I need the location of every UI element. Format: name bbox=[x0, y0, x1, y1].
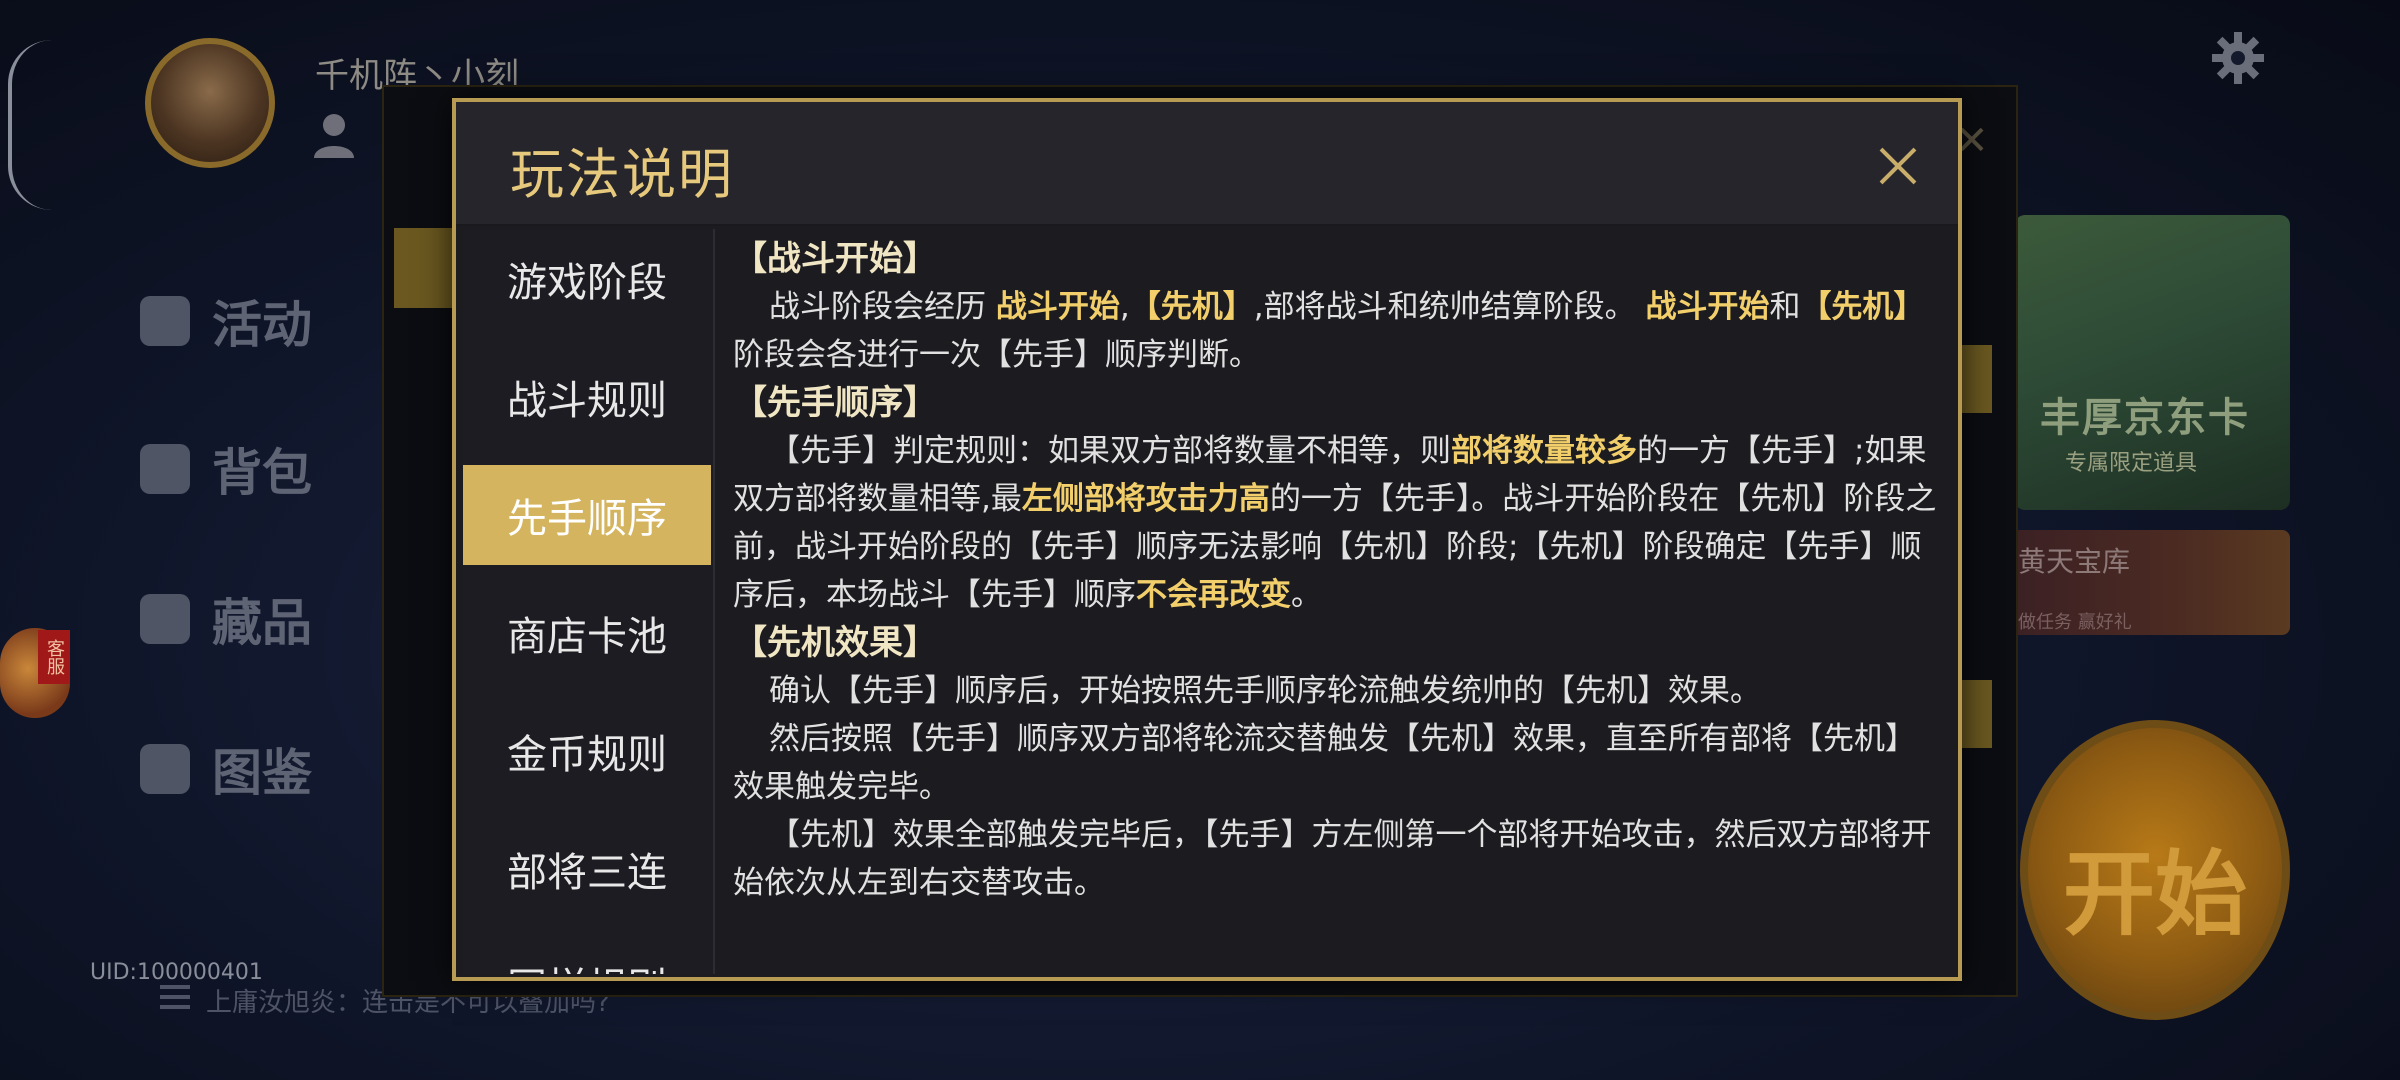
side-drawer-handle[interactable] bbox=[8, 40, 52, 210]
avatar[interactable] bbox=[145, 38, 275, 168]
rule-text: 阶段会各进行一次【先手】顺序判断。 bbox=[733, 337, 1260, 373]
section-heading: 【先机效果】 bbox=[733, 623, 937, 663]
tab-triple-general[interactable]: 部将三连 bbox=[463, 819, 711, 919]
dialog-header: 玩法说明 bbox=[456, 102, 1958, 226]
rules-tab-list[interactable]: 游戏阶段 战斗规则 先手顺序 商店卡池 金币规则 部将三连 同样规则 bbox=[463, 229, 715, 974]
dialog-title: 玩法说明 bbox=[510, 143, 734, 206]
nav-bag-label: 背包 bbox=[212, 444, 312, 502]
rule-paragraph: 【先机】效果全部触发完毕后，【先手】方左侧第一个部将开始攻击，然后双方部将开始依… bbox=[733, 811, 1938, 907]
rule-paragraph: 【先手】判定规则：如果双方部将数量不相等，则部将数量较多的一方【先手】;如果双方… bbox=[733, 427, 1938, 619]
close-icon[interactable] bbox=[1878, 146, 1918, 186]
rule-text: 战斗阶段会经历 bbox=[769, 289, 996, 325]
highlight-text: 战斗开始 bbox=[995, 289, 1120, 325]
rules-dialog: 玩法说明 游戏阶段 战斗规则 先手顺序 商店卡池 金币规则 部将三连 同样规则 … bbox=[452, 98, 1962, 981]
start-button[interactable]: 开始 bbox=[2020, 720, 2290, 1020]
rule-paragraph: 确认【先手】顺序后，开始按照先手顺序轮流触发统帅的【先机】效果。 bbox=[733, 667, 1938, 715]
start-button-label: 开始 bbox=[2062, 841, 2247, 948]
nav-codex[interactable]: 图鉴 bbox=[140, 733, 312, 805]
nav-activity[interactable]: 活动 bbox=[140, 285, 312, 357]
book-icon bbox=[140, 744, 190, 794]
highlight-text: 不会再改变 bbox=[1136, 577, 1291, 613]
rule-text: 【先机】效果全部触发完毕后，【先手】方左侧第一个部将开始攻击，然后双方部将开始依… bbox=[733, 817, 1932, 901]
rule-text: 。 bbox=[1291, 577, 1322, 613]
rule-text: 【先手】判定规则：如果双方部将数量不相等，则 bbox=[769, 433, 1451, 469]
bag-icon bbox=[140, 444, 190, 494]
rule-paragraph: 战斗阶段会经历 战斗开始,【先机】,部将战斗和统帅结算阶段。 战斗开始和【先机】… bbox=[733, 283, 1938, 379]
nav-collection-label: 藏品 bbox=[212, 594, 312, 652]
treasure-subtitle: 做任务 赢好礼 bbox=[2018, 612, 2132, 633]
underlying-tab bbox=[394, 228, 454, 308]
banner-subtitle: 专属限定道具 bbox=[2065, 451, 2198, 476]
banner-title: 丰厚京东卡 bbox=[2040, 395, 2250, 441]
treasure-banner[interactable]: 黄天宝库 做任务 赢好礼 bbox=[2000, 530, 2290, 635]
section-heading: 【战斗开始】 bbox=[733, 239, 937, 279]
rule-paragraph: 然后按照【先手】顺序双方部将轮流交替触发【先机】效果，直至所有部将【先机】效果触… bbox=[733, 715, 1938, 811]
tab-shop-card-pool[interactable]: 商店卡池 bbox=[463, 583, 711, 683]
nav-collection[interactable]: 藏品 bbox=[140, 583, 312, 655]
nav-codex-label: 图鉴 bbox=[212, 744, 312, 802]
gear-icon[interactable] bbox=[2210, 30, 2266, 86]
rule-text: 然后按照【先手】顺序双方部将轮流交替触发【先机】效果，直至所有部将【先机】效果触… bbox=[733, 721, 1916, 805]
highlight-text: 【先机】 bbox=[1129, 289, 1254, 325]
section-heading: 【先手顺序】 bbox=[733, 383, 937, 423]
nav-activity-label: 活动 bbox=[212, 296, 312, 354]
flag-icon bbox=[140, 296, 190, 346]
highlight-text: 左侧部将攻击力高 bbox=[1021, 481, 1270, 517]
highlight-text: 战斗开始 bbox=[1645, 289, 1770, 325]
tab-more[interactable]: 同样规则 bbox=[463, 934, 711, 974]
chest-icon bbox=[140, 594, 190, 644]
rule-text: , bbox=[1119, 289, 1130, 325]
person-icon bbox=[314, 114, 354, 158]
rules-content[interactable]: 【战斗开始】 战斗阶段会经历 战斗开始,【先机】,部将战斗和统帅结算阶段。 战斗开… bbox=[733, 235, 1938, 965]
highlight-text: 部将数量较多 bbox=[1451, 433, 1637, 469]
support-label: 客服 bbox=[38, 630, 70, 684]
chat-list-icon[interactable] bbox=[160, 985, 190, 1009]
rule-text: ,部将战斗和统帅结算阶段。 bbox=[1253, 289, 1646, 325]
tab-battle-rules[interactable]: 战斗规则 bbox=[463, 347, 711, 447]
jd-card-banner[interactable]: 丰厚京东卡 专属限定道具 bbox=[2015, 215, 2290, 510]
tab-first-move-order[interactable]: 先手顺序 bbox=[463, 465, 711, 565]
rule-text: 确认【先手】顺序后，开始按照先手顺序轮流触发统帅的【先机】效果。 bbox=[769, 673, 1761, 709]
highlight-text: 【先机】 bbox=[1800, 289, 1925, 325]
rule-text: 和 bbox=[1769, 289, 1801, 325]
treasure-title: 黄天宝库 bbox=[2018, 545, 2131, 578]
tab-game-phases[interactable]: 游戏阶段 bbox=[463, 229, 711, 329]
nav-bag[interactable]: 背包 bbox=[140, 433, 312, 505]
tab-gold-rules[interactable]: 金币规则 bbox=[463, 701, 711, 801]
